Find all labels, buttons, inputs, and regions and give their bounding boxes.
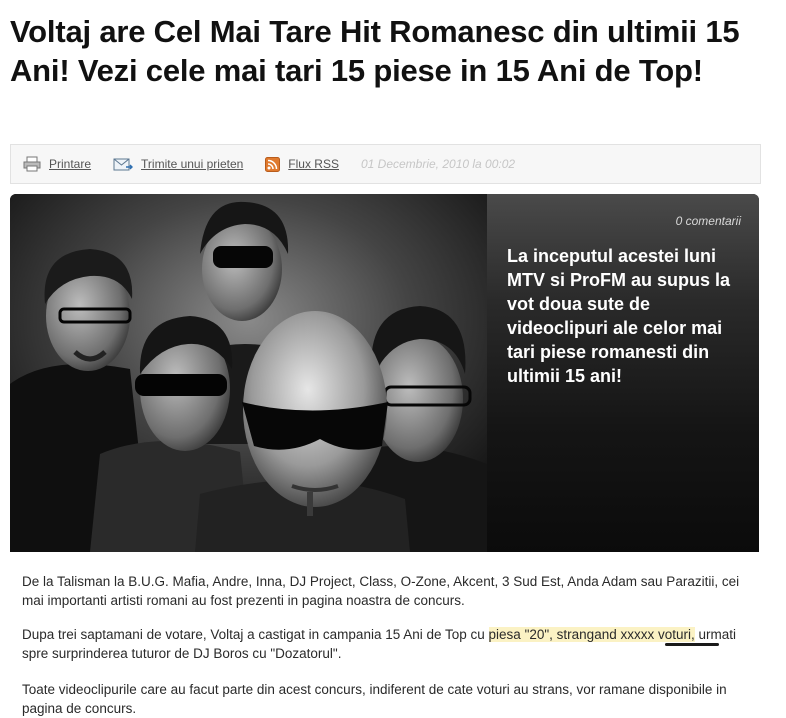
hero-panel: 0 comentarii La inceputul acestei luni M… [487, 194, 759, 552]
paragraph-2-start: Dupa trei saptamani de votare, Voltaj a … [22, 627, 489, 642]
paragraph-2: Dupa trei saptamani de votare, Voltaj a … [22, 625, 762, 663]
rss-icon [265, 156, 281, 172]
printer-icon [23, 156, 41, 172]
paragraph-3: Toate videoclipurile care au facut parte… [22, 682, 727, 716]
send-friend-link[interactable]: Trimite unui prieten [141, 157, 243, 171]
paragraph-1: De la Talisman la B.U.G. Mafia, Andre, I… [22, 574, 740, 608]
print-action[interactable]: Printare [23, 156, 91, 172]
article-title: Voltaj are Cel Mai Tare Hit Romanesc din… [10, 14, 740, 88]
highlighted-text: piesa "20", strangand xxxxx voturi, [488, 627, 695, 642]
print-link[interactable]: Printare [49, 157, 91, 171]
handwritten-underline [665, 643, 719, 646]
band-photo [10, 194, 487, 552]
article-toolbar: Printare Trimite unui prieten Flux RSS 0… [10, 144, 761, 184]
hero-block: 0 comentarii La inceputul acestei luni M… [10, 194, 759, 552]
envelope-icon [113, 158, 134, 170]
publish-date: 01 Decembrie, 2010 la 00:02 [360, 157, 516, 171]
rss-action[interactable]: Flux RSS [265, 156, 339, 172]
send-action[interactable]: Trimite unui prieten [113, 157, 243, 172]
rss-link[interactable]: Flux RSS [288, 157, 339, 171]
comments-count[interactable]: 0 comentarii [676, 214, 741, 228]
hero-lead-text: La inceputul acestei luni MTV si ProFM a… [507, 246, 731, 386]
